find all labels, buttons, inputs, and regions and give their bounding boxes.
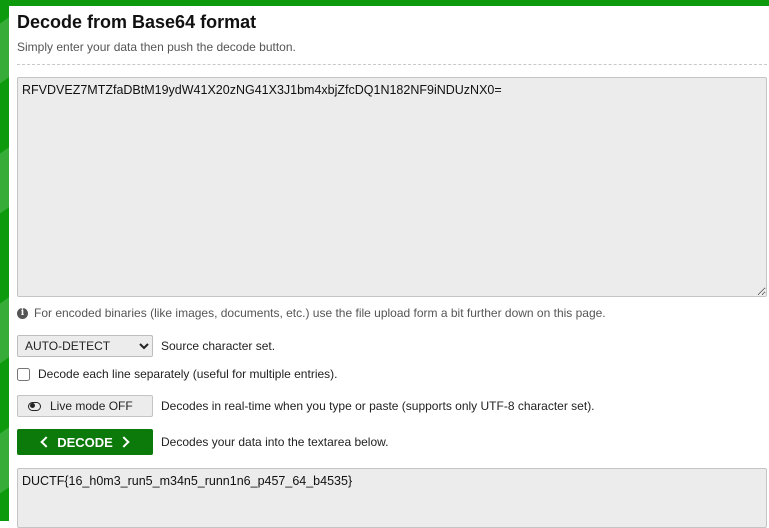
- base64-input-textarea[interactable]: RFVDVEZ7MTZfaDBtM19ydW41X20zNG41X3J1bm4x…: [17, 77, 767, 297]
- chevron-right-icon: [118, 436, 130, 448]
- decode-row: DECODE Decodes your data into the textar…: [17, 429, 388, 455]
- charset-select[interactable]: AUTO-DETECT: [17, 335, 153, 357]
- decoded-output-textarea[interactable]: DUCTF{16_h0m3_run5_m34n5_runn1n6_p457_64…: [17, 468, 767, 528]
- divider: [17, 64, 767, 65]
- live-mode-button[interactable]: Live mode OFF: [17, 395, 153, 417]
- file-upload-hint-text: For encoded binaries (like images, docum…: [34, 306, 606, 320]
- decode-button[interactable]: DECODE: [17, 429, 153, 455]
- toggle-icon: [28, 401, 41, 411]
- decode-button-label: DECODE: [57, 434, 113, 450]
- separate-lines-row: Decode each line separately (useful for …: [17, 367, 337, 381]
- info-icon: i: [17, 307, 28, 319]
- separate-lines-label[interactable]: Decode each line separately (useful for …: [38, 367, 337, 381]
- page-subtitle: Simply enter your data then push the dec…: [17, 40, 296, 54]
- top-accent-bar: [0, 0, 769, 6]
- file-upload-hint: i For encoded binaries (like images, doc…: [17, 306, 606, 320]
- charset-row: AUTO-DETECT Source character set.: [17, 335, 275, 357]
- live-mode-button-label: Live mode OFF: [50, 399, 133, 413]
- charset-label: Source character set.: [161, 339, 276, 353]
- live-mode-description: Decodes in real-time when you type or pa…: [161, 399, 595, 413]
- decode-description: Decodes your data into the textarea belo…: [161, 435, 389, 449]
- separate-lines-checkbox[interactable]: [17, 367, 30, 381]
- left-accent-bar: [0, 0, 9, 521]
- chevron-left-icon: [40, 436, 52, 448]
- live-mode-row: Live mode OFF Decodes in real-time when …: [17, 395, 595, 417]
- page-title: Decode from Base64 format: [17, 12, 257, 32]
